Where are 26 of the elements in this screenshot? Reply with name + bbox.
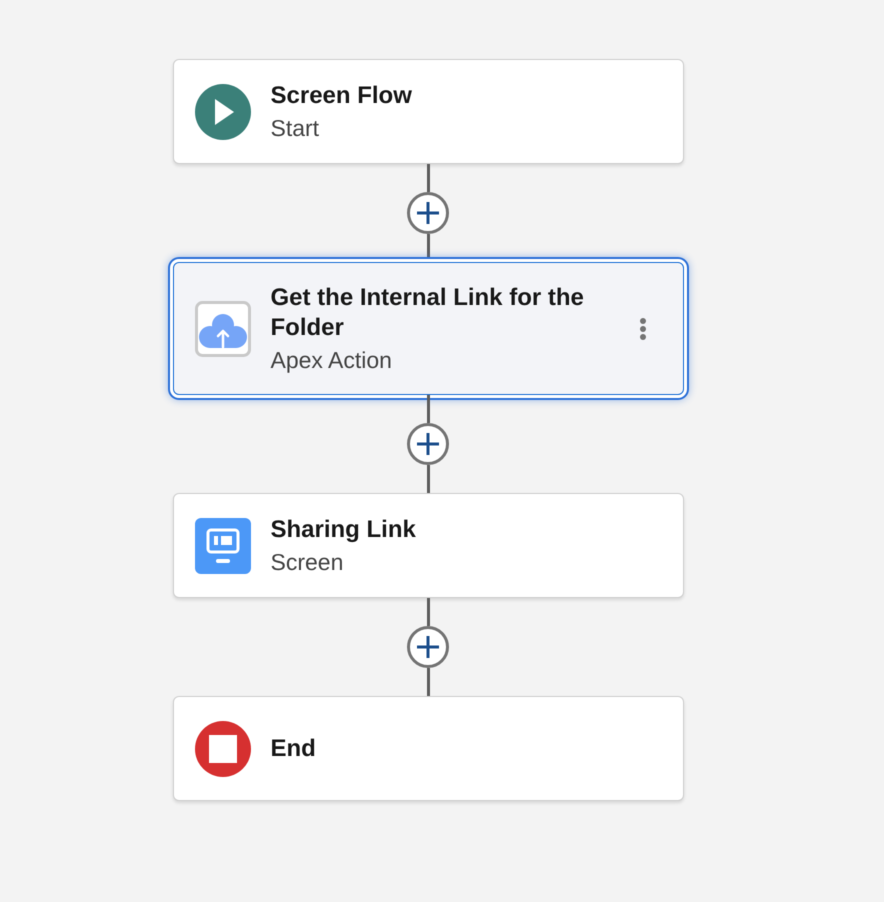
play-icon (194, 84, 250, 140)
node-title: Get the Internal Link for the Folder (270, 283, 585, 343)
connector-line (426, 395, 430, 423)
cloud-upload-icon (194, 300, 250, 356)
stop-icon (194, 720, 250, 776)
connector-line (426, 668, 430, 696)
plus-icon (416, 201, 440, 225)
add-element-button[interactable] (407, 192, 449, 234)
monitor-icon (194, 518, 250, 574)
connector-line (426, 164, 430, 192)
more-vertical-icon (640, 318, 646, 340)
add-element-button[interactable] (407, 626, 449, 668)
node-title: Screen Flow (270, 81, 413, 111)
plus-icon (416, 432, 440, 456)
plus-icon (416, 635, 440, 659)
node-type-label: Start (270, 114, 320, 142)
node-type-label: Apex Action (270, 346, 393, 374)
flow-node-card[interactable]: End (172, 696, 684, 801)
flow-node-card[interactable]: Sharing Link Screen (172, 493, 684, 598)
node-title: Sharing Link (270, 515, 417, 545)
node-title: End (270, 734, 317, 764)
node-type-label: Screen (270, 548, 344, 576)
connector-line (426, 465, 430, 493)
connector-line (426, 598, 430, 626)
flow-node-card[interactable]: Screen Flow Start (172, 59, 684, 164)
add-element-button[interactable] (407, 423, 449, 465)
